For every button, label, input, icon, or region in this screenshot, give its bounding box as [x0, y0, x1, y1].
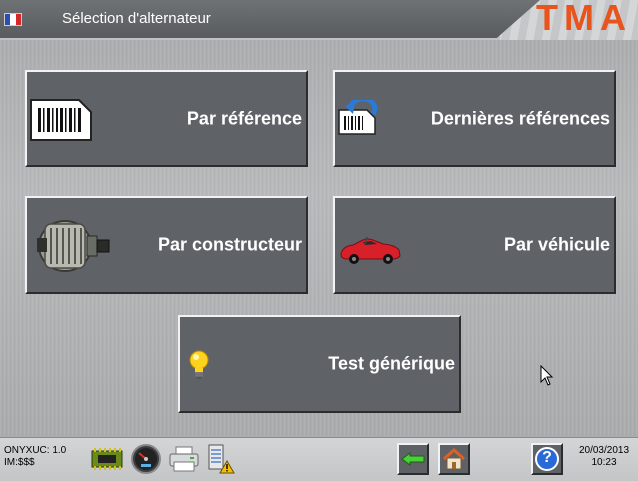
dernieres-references-label: Dernières références: [430, 108, 610, 128]
par-reference-label: Par référence: [186, 108, 302, 128]
par-vehicule-button[interactable]: Par véhicule: [333, 196, 616, 294]
barcode-icon: [29, 98, 93, 147]
device-info: ONYXUC: 1.0 IM:$$$: [4, 445, 66, 469]
battery-warning-icon: [207, 443, 235, 480]
status-bar: ONYXUC: 1.0 IM:$$$ ? 20/03/2013 10:23: [0, 437, 638, 481]
language-flag-icon[interactable]: [4, 13, 22, 26]
home-icon: [442, 447, 466, 476]
recent-barcode-icon: [337, 96, 381, 141]
page-title: Sélection d'alternateur: [62, 10, 211, 27]
device-version: ONYXUC: 1.0: [4, 445, 67, 456]
test-generique-button[interactable]: Test générique: [178, 315, 461, 413]
test-generique-label: Test générique: [328, 353, 455, 374]
par-vehicule-label: Par véhicule: [503, 234, 610, 255]
lightbulb-icon: [188, 349, 210, 386]
par-constructeur-button[interactable]: Par constructeur: [25, 196, 308, 294]
home-button[interactable]: [438, 443, 470, 475]
device-im: IM:$$$: [4, 457, 35, 468]
help-label: ?: [542, 449, 552, 466]
dernieres-references-button[interactable]: Dernières références: [333, 70, 616, 167]
time-text: 10:23: [591, 457, 617, 468]
help-button[interactable]: ?: [531, 443, 563, 475]
printer-icon: [168, 445, 200, 478]
alternator-icon: [35, 216, 111, 279]
mouse-cursor-icon: [540, 364, 554, 392]
date-text: 20/03/2013: [578, 445, 630, 456]
car-icon: [337, 232, 403, 271]
back-button[interactable]: [397, 443, 429, 475]
tma-logo: TMA: [536, 0, 632, 38]
arrow-left-icon: [401, 452, 425, 471]
gauge-icon: [130, 443, 162, 480]
par-reference-button[interactable]: Par référence: [25, 70, 308, 167]
header: Sélection d'alternateur TMA: [0, 0, 638, 40]
datetime: 20/03/2013 10:23: [574, 445, 634, 469]
circuit-board-icon: [90, 446, 124, 477]
par-constructeur-label: Par constructeur: [157, 234, 302, 255]
